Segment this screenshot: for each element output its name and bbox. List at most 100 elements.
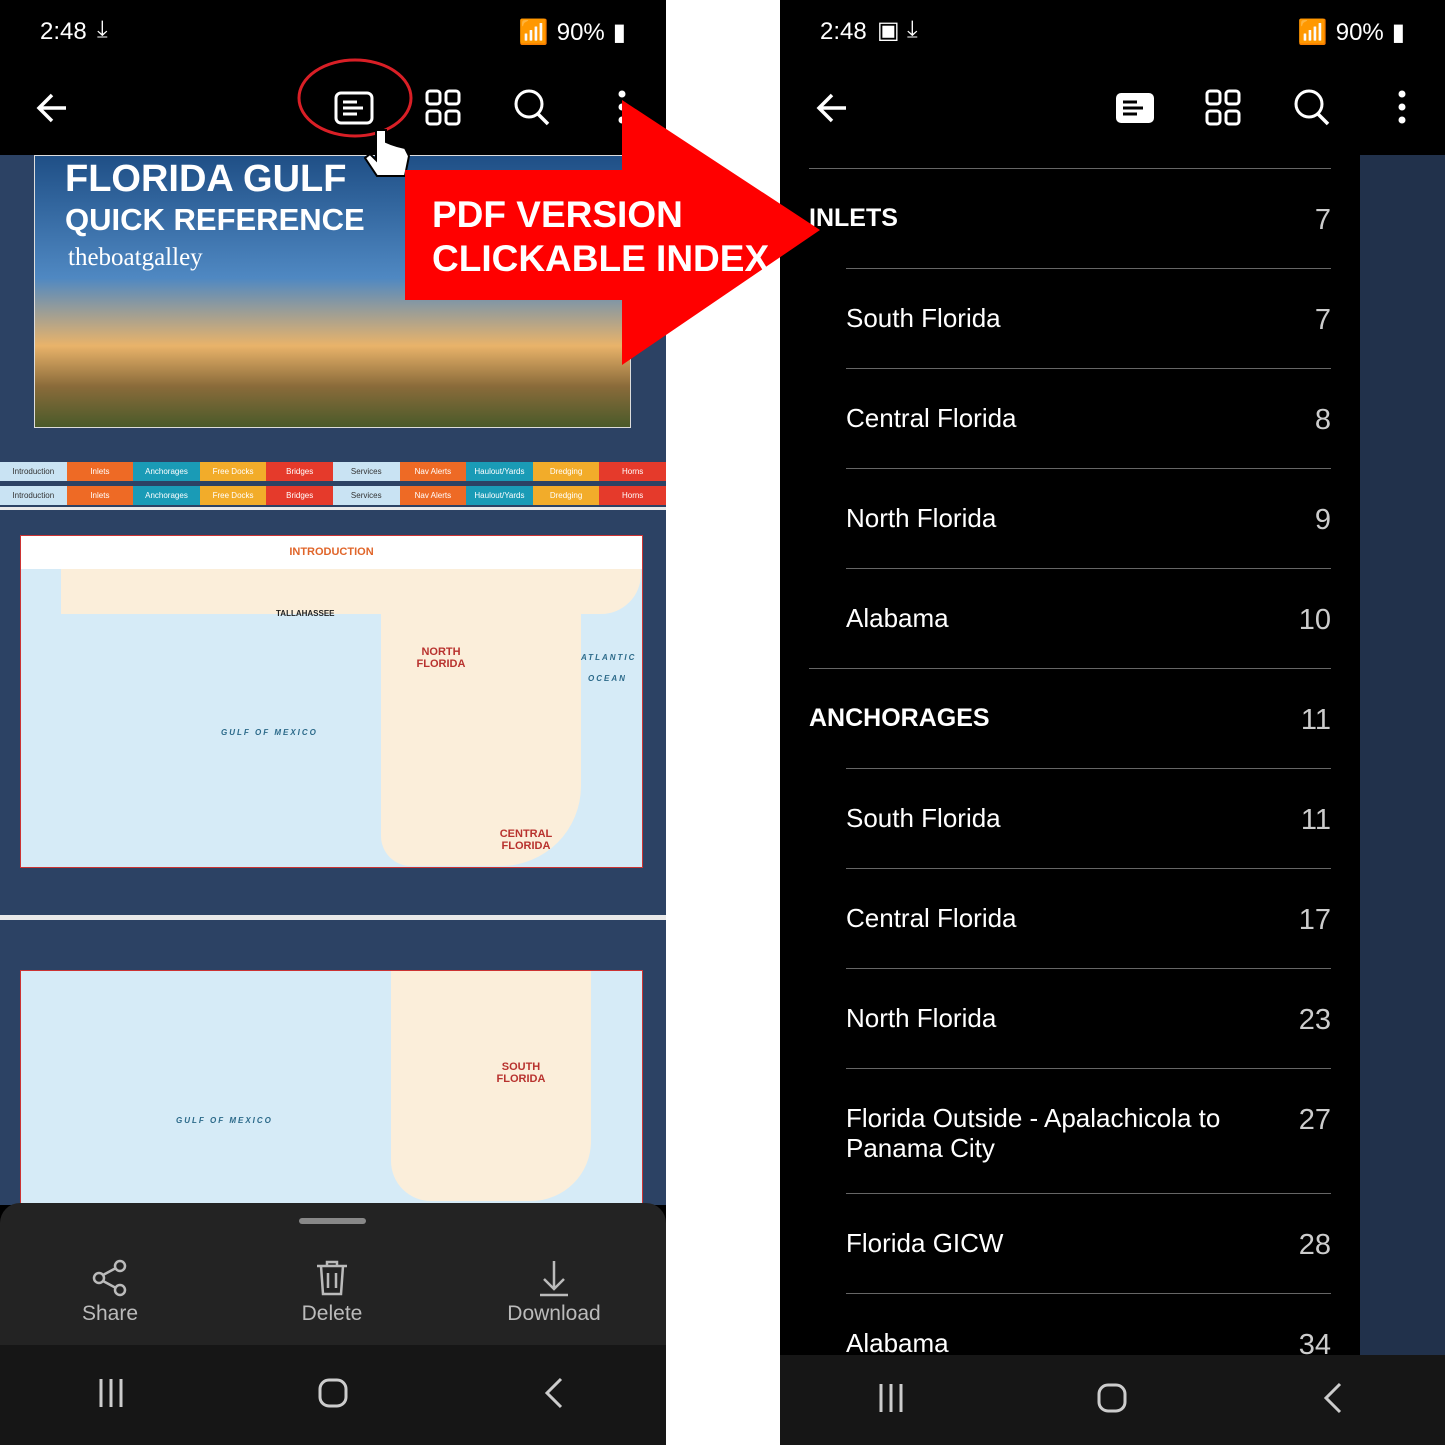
back-button[interactable] [537, 1375, 573, 1416]
tab-free-docks[interactable]: Free Docks [199, 462, 267, 481]
toc-item-page: 9 [1314, 504, 1331, 536]
cover-brand: theboatgalley [68, 244, 203, 271]
page-divider [0, 507, 666, 510]
back-arrow-icon[interactable] [28, 83, 78, 133]
tab-horns[interactable]: Horns [599, 462, 666, 481]
map-page-introduction[interactable]: INTRODUCTION TALLAHASSEE NORTH FLORIDA C… [20, 535, 643, 868]
toc-item-label: South Florida [846, 303, 1001, 333]
map-heading: INTRODUCTION [289, 546, 374, 558]
toc-item[interactable]: North Florida 23 [846, 968, 1331, 1068]
more-icon[interactable] [1377, 83, 1427, 133]
tab-bridges[interactable]: Bridges [266, 486, 333, 505]
share-label: Share [81, 1302, 139, 1325]
recents-button[interactable] [93, 1375, 129, 1416]
section-tabs: Introduction Inlets Anchorages Free Docks Br… [0, 486, 666, 505]
annotation-line-1: PDF VERSION [432, 194, 683, 235]
right-phone-screen: INLETS 7 South Florida 7 Central Florida 8 Nor… [780, 0, 1445, 1445]
toc-item-page: 27 [1298, 1104, 1331, 1136]
wifi-icon: 📶 [1297, 19, 1328, 46]
delete-label: Delete [301, 1302, 363, 1325]
download-button[interactable]: Download [474, 1258, 634, 1326]
toc-item[interactable]: North Florida 9 [846, 468, 1331, 568]
tab-services[interactable]: Services [332, 462, 400, 481]
toc-item-page: 28 [1298, 1229, 1331, 1261]
tab-free-docks[interactable]: Free Docks [199, 486, 267, 505]
pdf-viewer[interactable]: FLORIDA GULF QUICK REFERENCE theboatgall… [0, 155, 666, 1210]
system-nav-bar [0, 1345, 666, 1445]
toc-item[interactable]: INLETS 7 [809, 168, 1331, 268]
tab-haulout-yards[interactable]: Haulout/Yards [466, 486, 533, 505]
home-button[interactable] [315, 1375, 351, 1416]
toc-icon[interactable] [1110, 83, 1160, 133]
tab-bridges[interactable]: Bridges [266, 462, 333, 481]
toc-item-label: North Florida [846, 503, 997, 533]
toc-item-page: 11 [1300, 704, 1331, 736]
back-button[interactable] [1316, 1380, 1352, 1421]
tab-horns[interactable]: Horns [599, 486, 666, 505]
annotation-line-2: CLICKABLE INDEX [432, 238, 770, 279]
toc-item[interactable]: Central Florida 17 [846, 868, 1331, 968]
share-button[interactable]: Share [30, 1258, 190, 1326]
cover-subtitle: QUICK REFERENCE [65, 202, 365, 237]
tab-haulout-yards[interactable]: Haulout/Yards [466, 462, 533, 481]
toc-item-label: Central Florida [846, 403, 1017, 433]
map-page-south[interactable]: SOUTH FLORIDA GULF OF MEXICO [20, 970, 643, 1210]
search-icon[interactable] [1287, 83, 1337, 133]
toc-item-label: Florida Outside - Apalachicola to Panama… [846, 1103, 1221, 1163]
battery-level: 90% [1335, 18, 1384, 46]
grid-icon[interactable] [1198, 83, 1248, 133]
delete-button[interactable]: Delete [252, 1258, 412, 1326]
download-icon: ⤓ [907, 16, 918, 43]
toc-item-label: North Florida [846, 1003, 997, 1033]
tab-services[interactable]: Services [332, 486, 400, 505]
sea-label: GULF OF MEXICO [221, 728, 318, 737]
toc-item[interactable]: South Florida 7 [846, 268, 1331, 368]
clock: 2:48 [40, 18, 87, 45]
tab-inlets[interactable]: Inlets [66, 486, 134, 505]
toc-item[interactable]: Central Florida 8 [846, 368, 1331, 468]
toc-item-page: 17 [1298, 904, 1331, 936]
recents-button[interactable] [873, 1380, 909, 1421]
search-icon[interactable] [507, 83, 557, 133]
status-bar: 2:48 ⤓ 📶 90% ▮ [0, 0, 666, 65]
status-bar: 2:48 ▣ ⤓ 📶 90% ▮ [780, 0, 1445, 65]
battery-icon: ▮ [1391, 19, 1405, 46]
tab-inlets[interactable]: Inlets [66, 462, 134, 481]
tab-nav-alerts[interactable]: Nav Alerts [399, 462, 467, 481]
tap-hand-icon [363, 129, 411, 177]
cover-title: FLORIDA GULF [65, 158, 347, 200]
image-icon: ▣ [877, 17, 900, 44]
download-icon: ⤓ [97, 16, 108, 43]
drag-handle[interactable] [299, 1218, 366, 1224]
share-icon [92, 1259, 127, 1297]
pdf-page-behind [1360, 155, 1445, 1355]
section-tabs: Introduction Inlets Anchorages Free Docks Br… [0, 462, 666, 481]
grid-icon[interactable] [418, 83, 468, 133]
back-arrow-icon[interactable] [808, 83, 858, 133]
toc-item[interactable]: South Florida 11 [846, 768, 1331, 868]
app-toolbar [780, 65, 1445, 155]
sea-label: OCEAN [588, 674, 627, 683]
wifi-icon: 📶 [518, 19, 549, 46]
home-button[interactable] [1094, 1380, 1130, 1421]
tab-introduction[interactable]: Introduction [0, 462, 67, 481]
tab-dredging[interactable]: Dredging [532, 486, 600, 505]
page-divider [0, 915, 666, 920]
toc-item[interactable]: ANCHORAGES 11 [809, 668, 1331, 768]
toc-item-label: Alabama [846, 603, 949, 633]
more-icon[interactable] [597, 83, 647, 133]
toc-item[interactable]: Florida Outside - Apalachicola to Panama… [846, 1068, 1331, 1193]
tab-introduction[interactable]: Introduction [0, 486, 67, 505]
land [381, 596, 581, 866]
tab-dredging[interactable]: Dredging [532, 462, 600, 481]
toc-item[interactable]: Alabama 10 [846, 568, 1331, 668]
clock: 2:48 [820, 18, 867, 45]
toc-item[interactable]: Florida GICW 28 [846, 1193, 1331, 1293]
tab-anchorages[interactable]: Anchorages [133, 486, 200, 505]
toc-item-page: 7 [1314, 304, 1331, 336]
tab-anchorages[interactable]: Anchorages [133, 462, 200, 481]
tab-nav-alerts[interactable]: Nav Alerts [399, 486, 467, 505]
toc-item-page: 11 [1300, 804, 1331, 836]
download-label: Download [507, 1302, 601, 1325]
toc-item-label: Alabama [846, 1328, 949, 1358]
